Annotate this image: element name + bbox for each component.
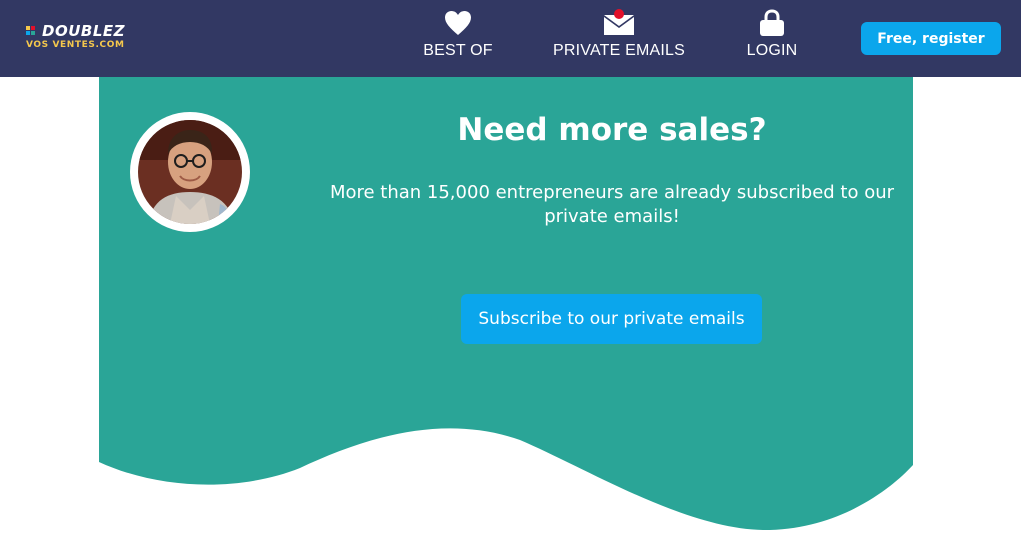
- notification-dot: [614, 9, 624, 19]
- logo-subtitle: VOS VENTES.COM: [26, 40, 125, 50]
- subscribe-button[interactable]: Subscribe to our private emails: [461, 294, 762, 344]
- register-button[interactable]: Free, register: [861, 22, 1001, 55]
- logo-title: DOUBLEZ: [42, 22, 125, 40]
- envelope-icon: [602, 8, 636, 38]
- promo-description: More than 15,000 entrepreneurs are alrea…: [329, 182, 895, 227]
- logo-mark-icon: [26, 26, 38, 38]
- nav-private-emails[interactable]: PRIVATE EMAILS: [552, 8, 686, 70]
- lock-icon: [759, 8, 785, 38]
- site-logo[interactable]: DOUBLEZ VOS VENTES.COM: [26, 22, 136, 56]
- nav-best-of-label: BEST OF: [423, 42, 493, 59]
- nav-login-label: LOGIN: [746, 42, 798, 59]
- heart-icon: [444, 8, 472, 38]
- nav-best-of[interactable]: BEST OF: [420, 8, 496, 70]
- promo-background: [99, 60, 913, 531]
- avatar: [130, 112, 250, 232]
- nav-private-emails-label: PRIVATE EMAILS: [552, 42, 686, 59]
- top-navigation-bar: DOUBLEZ VOS VENTES.COM BEST OF PRIVATE E…: [0, 0, 1021, 77]
- promo-title: Need more sales?: [457, 112, 767, 148]
- author-photo-icon: [138, 120, 242, 224]
- nav-login[interactable]: LOGIN: [744, 8, 800, 70]
